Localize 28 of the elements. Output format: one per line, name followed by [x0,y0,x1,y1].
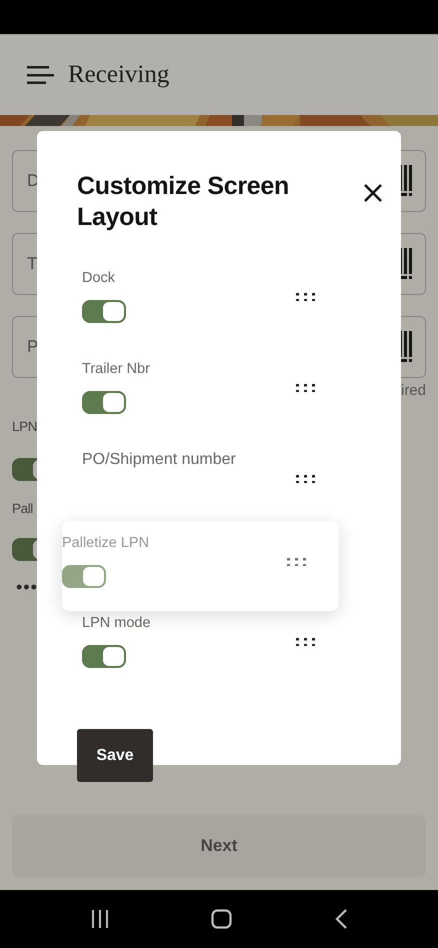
drag-handle-icon[interactable] [287,558,307,566]
close-button[interactable] [364,184,382,202]
field-label: P [27,337,38,357]
item-label: Palletize LPN [62,534,150,552]
toggle-switch[interactable] [82,391,126,414]
drag-handle-icon[interactable] [296,475,316,483]
save-button[interactable]: Save [77,729,153,782]
item-label: LPN mode [82,614,151,632]
recent-apps-icon[interactable] [91,910,110,928]
screen-title: Receiving [68,61,170,89]
more-options[interactable]: ••• [16,577,38,598]
item-label: Trailer Nbr [82,360,150,378]
required-note: ired [400,382,426,399]
toggle-switch[interactable] [82,300,126,323]
toggle-label: LPN [12,419,38,434]
toggle-label: Pall [12,501,33,516]
toggle-switch[interactable] [82,645,126,668]
item-label: PO/Shipment number [82,451,236,469]
home-icon[interactable] [211,909,232,929]
back-icon[interactable] [334,909,347,929]
field-label: T [27,254,38,274]
dialog-title: Customize Screen Layout [77,171,290,233]
drag-handle-icon[interactable] [296,638,316,646]
item-label: Dock [82,269,116,287]
drag-handle-icon[interactable] [296,384,316,392]
drag-handle-icon[interactable] [296,293,316,301]
menu-icon[interactable] [27,66,54,84]
toggle-switch[interactable] [62,565,106,588]
